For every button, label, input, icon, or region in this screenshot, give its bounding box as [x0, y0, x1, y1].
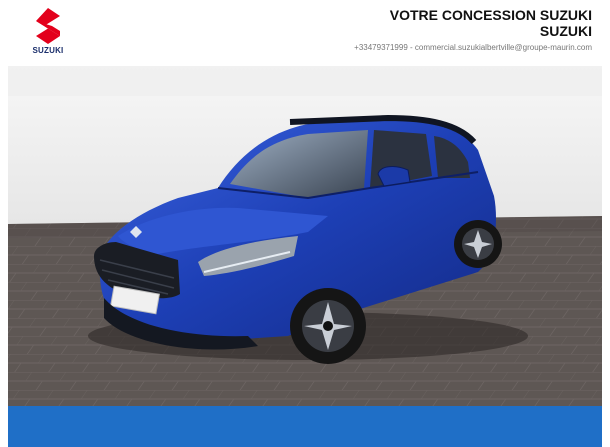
dealer-title-line1: VOTRE CONCESSION SUZUKI: [389, 7, 592, 23]
car-photo[interactable]: [8, 66, 602, 406]
dealer-title-line2: SUZUKI: [539, 23, 592, 39]
dealer-contact: +33479371999 - commercial.suzukialbertvi…: [354, 43, 592, 52]
email-address[interactable]: commercial.suzukialbertville@groupe-maur…: [415, 43, 592, 52]
car-image: [8, 66, 602, 406]
suzuki-logo[interactable]: SUZUKI: [30, 6, 66, 58]
page-header: SUZUKI VOTRE CONCESSION SUZUKI SUZUKI +3…: [0, 0, 610, 66]
logo-text: SUZUKI: [32, 46, 64, 55]
footer-bar: [8, 406, 602, 447]
dealer-info: VOTRE CONCESSION SUZUKI SUZUKI: [390, 7, 592, 39]
phone-number[interactable]: +33479371999: [354, 43, 408, 52]
suzuki-s-icon: [36, 8, 60, 44]
contact-separator: -: [410, 43, 413, 52]
